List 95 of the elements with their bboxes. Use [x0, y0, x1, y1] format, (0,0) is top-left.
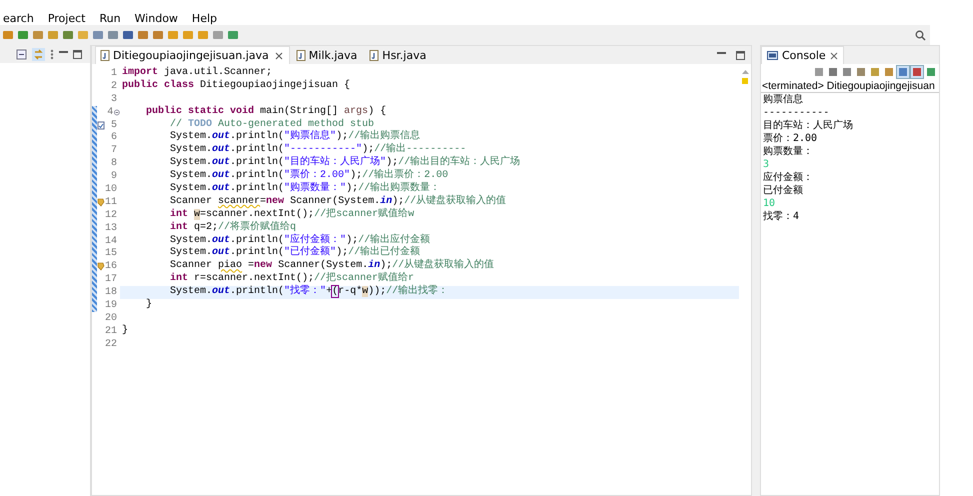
code-line: System.out.println("票价：2.00");//输出票价：2.00 — [169, 170, 448, 182]
console-toolbar-icon[interactable] — [869, 66, 881, 78]
console-toolbar-icon[interactable] — [897, 66, 909, 78]
toolbar-icon[interactable] — [212, 29, 224, 41]
line-number: 19 — [105, 300, 117, 311]
java-file-icon — [369, 50, 380, 61]
line-number: 20 — [105, 312, 117, 324]
link-icon[interactable] — [32, 48, 45, 60]
editor-tab[interactable]: Ditiegoupiaojingejisuan.java — [95, 46, 290, 64]
maximize-icon[interactable] — [73, 50, 82, 58]
toolbar-icon[interactable] — [152, 29, 164, 41]
toolbar-icon[interactable] — [227, 29, 239, 41]
line-number: 7 — [110, 145, 117, 156]
line-number: 17 — [105, 274, 117, 286]
code-line: import java.util.Scanner; — [122, 67, 272, 78]
console-toolbar-icon[interactable] — [813, 66, 825, 78]
toolbar-icon[interactable] — [17, 29, 29, 41]
editor-tab[interactable]: Hsr.java — [365, 47, 432, 64]
code-line: System.out.println("购票数量：");//输出购票数量： — [169, 183, 440, 194]
code-line: } — [122, 324, 128, 336]
code-line: System.out.println("-----------");//输出---------- — [169, 144, 466, 156]
line-number: 5 — [110, 120, 117, 130]
close-icon[interactable] — [830, 52, 838, 60]
toolbar-icon[interactable] — [137, 29, 149, 41]
line-number: 10 — [105, 184, 117, 195]
console-output-line: 目的车站：人民广场 — [763, 119, 854, 132]
console-output-line: 10 — [763, 197, 776, 210]
line-number: 2 — [110, 80, 117, 92]
warning-marker-icon — [742, 78, 748, 84]
console-output-line: 购票数量： — [763, 145, 814, 158]
line-number: 16 — [105, 261, 117, 272]
scroll-up-icon[interactable] — [742, 69, 748, 74]
line-number: 9 — [110, 171, 117, 182]
console-output-line: 购票信息 — [763, 93, 804, 106]
console-toolbar-icon[interactable] — [841, 66, 853, 78]
code-line: System.out.println("应付金额：");//输出应付金额 — [169, 234, 430, 246]
menu-item[interactable]: Window — [134, 12, 178, 24]
line-number: 11 — [105, 196, 117, 208]
maximize-icon[interactable] — [736, 51, 745, 60]
toolbar-icon[interactable] — [107, 29, 119, 41]
toolbar-icon[interactable] — [32, 29, 44, 41]
line-number: 3 — [110, 94, 117, 105]
line-number: 22 — [105, 338, 117, 350]
line-number: 1 — [110, 68, 117, 79]
console-toolbar-icon[interactable] — [925, 66, 937, 78]
code-line: int w=scanner.nextInt();//把scanner赋值给w — [169, 208, 414, 220]
console-output-line: 已付金额 — [763, 184, 804, 197]
console-tab[interactable]: Console — [761, 46, 844, 64]
menu-item[interactable]: earch — [3, 12, 34, 24]
fold-icon[interactable] — [114, 108, 120, 116]
java-file-icon — [296, 50, 306, 61]
toolbar-icon[interactable] — [92, 29, 104, 41]
console-output-line: 应付金额： — [763, 171, 814, 184]
line-number: 12 — [105, 210, 117, 221]
close-icon[interactable] — [274, 52, 283, 60]
search-icon[interactable] — [915, 30, 926, 40]
line-number: 18 — [105, 287, 117, 298]
console-toolbar-icon[interactable] — [855, 66, 867, 78]
code-line: System.out.println("目的车站：人民广场");//输出目的车站：人民广场 — [169, 157, 520, 168]
menu-item[interactable]: Project — [48, 12, 86, 24]
console-toolbar-icon[interactable] — [883, 66, 895, 78]
line-number: 8 — [110, 158, 117, 170]
code-line: System.out.println("购票信息");//输出购票信息 — [169, 131, 420, 142]
toolbar-icon[interactable] — [62, 29, 74, 41]
line-number: 21 — [105, 326, 117, 337]
console-output-line: 找零：4 — [763, 210, 800, 223]
editor-tab[interactable]: Milk.java — [292, 47, 364, 64]
console-icon — [767, 50, 778, 60]
code-line: System.out.println("已付金额");//输出已付金额 — [169, 247, 420, 258]
code-line: public static void main(String[] args) { — [145, 106, 386, 117]
menu-item[interactable]: Run — [99, 12, 121, 24]
code-line: Scanner scanner=new Scanner(System.in);//从键盘获取输入的值 — [169, 196, 506, 207]
console-toolbar-icon[interactable] — [827, 66, 839, 78]
code-line: // TODO Auto-generated method stub — [169, 118, 374, 130]
code-line: public class Ditiegoupiaojingejisuan { — [122, 80, 350, 91]
line-number: 6 — [110, 132, 117, 144]
more-icon[interactable] — [50, 48, 54, 60]
code-line: int r=scanner.nextInt();//把scanner赋值给r — [169, 273, 414, 284]
console-output-line: ----------- — [763, 106, 830, 119]
console-toolbar-icon[interactable] — [911, 66, 923, 78]
toolbar-icon[interactable] — [122, 29, 134, 41]
console-output-line: 票价：2.00 — [763, 132, 818, 145]
code-line: } — [145, 299, 152, 310]
line-number: 4 — [106, 106, 114, 118]
toolbar-icon[interactable] — [2, 29, 14, 41]
collapse-icon[interactable] — [16, 48, 27, 60]
line-number: 14 — [105, 236, 117, 247]
console-status: <terminated> Ditiegoupiaojingejisuan — [761, 80, 939, 93]
java-file-icon — [100, 50, 110, 61]
console-output-line: 3 — [763, 158, 770, 171]
code-line: Scanner piao =new Scanner(System.in);//从键盘获取输入的值 — [169, 260, 494, 272]
line-number: 15 — [105, 248, 117, 260]
code-line: int q=2;//将票价赋值给q — [169, 222, 296, 233]
menu-item[interactable]: Help — [192, 12, 217, 24]
line-number: 13 — [105, 222, 117, 234]
